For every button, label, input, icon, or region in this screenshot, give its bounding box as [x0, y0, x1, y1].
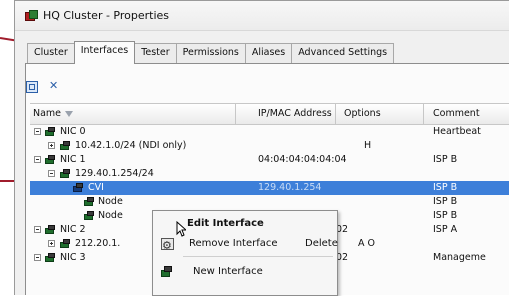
cvi-icon	[73, 183, 84, 193]
tab-tester[interactable]: Tester	[134, 43, 177, 63]
node-icon	[84, 197, 95, 207]
column-header-options[interactable]: Options	[336, 104, 424, 124]
sort-filter-icon[interactable]	[65, 110, 74, 117]
nic-icon	[45, 225, 56, 235]
menu-item-remove-interface[interactable]: Remove Interface Delete	[153, 235, 338, 255]
menu-separator	[183, 256, 333, 257]
collapse-icon[interactable]	[34, 226, 41, 233]
nic-icon	[45, 127, 56, 137]
collapse-icon[interactable]	[48, 170, 55, 177]
expand-icon[interactable]	[48, 240, 55, 247]
table-header: Name IP/MAC Address Options Comment	[30, 103, 509, 125]
nic-icon	[45, 253, 56, 263]
table-row-selected[interactable]: CVI 129.40.1.254 ISP B	[30, 181, 509, 195]
column-header-comment[interactable]: Comment	[424, 104, 509, 124]
tab-advanced-settings[interactable]: Advanced Settings	[291, 43, 395, 63]
menu-item-new-interface[interactable]: New Interface	[153, 263, 337, 281]
cluster-icon	[25, 10, 38, 21]
table-row[interactable]: NIC 0 Heartbeat	[30, 125, 509, 139]
collapse-all-icon[interactable]	[48, 79, 60, 93]
tab-strip: Cluster Interfaces Tester Permissions Al…	[27, 41, 395, 64]
collapse-icon[interactable]	[34, 254, 41, 261]
node-icon	[84, 211, 95, 221]
tab-aliases[interactable]: Aliases	[244, 43, 293, 63]
tree-toolbar	[26, 79, 60, 93]
table-row[interactable]: Node ISP B	[30, 195, 509, 209]
expand-icon[interactable]	[48, 142, 55, 149]
table-row[interactable]: 129.40.1.254/24	[30, 167, 509, 181]
expand-all-icon[interactable]	[26, 81, 38, 93]
title-bar[interactable]: HQ Cluster - Properties	[15, 1, 509, 31]
collapse-icon[interactable]	[34, 128, 41, 135]
network-icon	[60, 169, 71, 179]
window-title: HQ Cluster - Properties	[43, 9, 170, 22]
nic-icon	[45, 155, 56, 165]
column-header-ip[interactable]: IP/MAC Address	[236, 104, 336, 124]
table-row[interactable]: NIC 1 04:04:04:04:04:04 ISP B	[30, 153, 509, 167]
remove-interface-icon	[161, 237, 174, 255]
new-interface-icon	[161, 266, 174, 278]
mouse-cursor-icon	[176, 221, 186, 237]
tab-permissions[interactable]: Permissions	[175, 43, 246, 63]
tab-cluster[interactable]: Cluster	[27, 43, 75, 63]
collapse-icon[interactable]	[34, 156, 41, 163]
tab-interfaces[interactable]: Interfaces	[73, 41, 136, 64]
table-row[interactable]: 10.42.1.0/24 (NDI only) H	[30, 139, 509, 153]
network-icon	[60, 141, 71, 151]
column-header-name[interactable]: Name	[30, 104, 236, 124]
network-icon	[60, 239, 71, 249]
